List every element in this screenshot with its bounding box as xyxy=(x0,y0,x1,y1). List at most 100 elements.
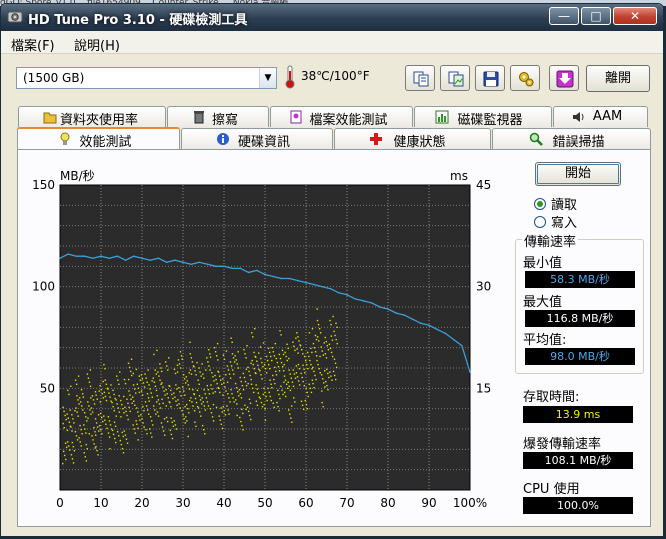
access-time-point xyxy=(113,421,116,423)
access-time-point xyxy=(257,364,259,367)
access-time-point xyxy=(140,390,143,392)
access-time-point xyxy=(248,370,250,373)
tab-drive-info[interactable]: 硬碟資訊 xyxy=(181,128,333,150)
access-time-point xyxy=(261,405,264,408)
access-time-point xyxy=(177,359,180,361)
access-time-point xyxy=(174,372,177,375)
tab-file-benchmark[interactable]: 檔案效能測試 xyxy=(270,106,413,128)
x-tick-label: 90 xyxy=(421,496,436,510)
access-time-point xyxy=(122,452,125,454)
access-time-point xyxy=(297,352,299,354)
access-time-point xyxy=(153,381,156,383)
cpu-usage-value: 100.0% xyxy=(523,497,633,514)
access-time-point xyxy=(128,406,130,409)
title-bar[interactable]: HD Tune Pro 3.10 - 硬碟檢測工具 — □ ✕ xyxy=(1,4,663,31)
maximize-button[interactable]: □ xyxy=(581,7,611,25)
access-time-point xyxy=(197,407,200,409)
access-time-point xyxy=(193,410,196,412)
access-time-point xyxy=(233,401,235,403)
access-time-point xyxy=(317,323,320,326)
access-time-point xyxy=(201,363,203,365)
access-time-point xyxy=(182,374,185,376)
access-time-point xyxy=(284,379,287,381)
tab-health[interactable]: 健康狀態 xyxy=(334,128,491,150)
access-time-point xyxy=(114,425,117,428)
tab-label: 健康狀態 xyxy=(393,135,446,150)
access-time-point xyxy=(188,388,191,390)
access-time-point xyxy=(228,373,231,375)
access-time-point xyxy=(138,415,140,417)
access-time-point xyxy=(88,381,91,383)
access-time-point xyxy=(155,389,158,392)
access-time-point xyxy=(263,403,265,406)
access-time-point xyxy=(275,370,277,373)
access-time-point xyxy=(116,403,118,405)
avg-value: 98.0 MB/秒 xyxy=(525,348,635,365)
radio-write[interactable]: 寫入 xyxy=(534,212,577,231)
access-time-point xyxy=(118,411,121,413)
access-time-point xyxy=(83,412,86,414)
access-time-point xyxy=(131,402,133,404)
tab-label: 硬碟資訊 xyxy=(237,135,290,150)
access-time-point xyxy=(315,355,318,357)
access-time-point xyxy=(270,383,272,385)
save-button[interactable] xyxy=(475,65,505,91)
radio-read-indicator[interactable] xyxy=(534,198,546,210)
access-time-point xyxy=(273,378,275,381)
access-time-point xyxy=(94,431,96,433)
chevron-down-icon[interactable]: ▼ xyxy=(259,68,276,88)
access-time-point xyxy=(271,346,274,349)
access-time-point xyxy=(126,398,128,400)
access-time-point xyxy=(318,340,320,342)
access-time-point xyxy=(271,359,273,362)
copy-screenshot-button[interactable] xyxy=(440,65,470,91)
radio-read[interactable]: 讀取 xyxy=(534,194,577,213)
access-time-point xyxy=(163,390,165,392)
access-time-point xyxy=(93,443,95,445)
tab-erase[interactable]: 擦寫 xyxy=(167,106,269,128)
tab-disk-monitor[interactable]: 磁碟監視器 xyxy=(414,106,552,128)
access-time-point xyxy=(232,397,234,399)
tab-label: 檔案效能測試 xyxy=(309,113,388,128)
access-time-point xyxy=(203,389,205,391)
tab-aam[interactable]: AAM xyxy=(553,106,648,127)
transfer-rate-point xyxy=(379,306,381,308)
menu-help[interactable]: 說明(H) xyxy=(74,35,120,54)
download-button[interactable] xyxy=(549,65,579,91)
access-time-point xyxy=(195,401,198,404)
options-button[interactable] xyxy=(510,65,540,91)
tab-error-scan[interactable]: 錯誤掃描 xyxy=(492,128,651,150)
access-time-point xyxy=(322,405,324,408)
start-button[interactable]: 開始 xyxy=(535,162,621,186)
close-button[interactable]: ✕ xyxy=(613,7,657,25)
access-time-point xyxy=(233,373,235,375)
access-time-point xyxy=(288,385,291,388)
access-time-point xyxy=(165,416,168,419)
minimize-button[interactable]: — xyxy=(549,7,579,25)
access-time-point xyxy=(95,445,97,448)
access-time-point xyxy=(330,351,333,354)
access-time-point xyxy=(295,365,298,367)
copy-text-button[interactable] xyxy=(405,65,435,91)
access-time-point xyxy=(124,382,127,385)
tab-benchmark[interactable]: 效能測試 xyxy=(17,127,180,150)
tab-folder-usage[interactable]: 資料夾使用率 xyxy=(18,106,166,128)
radio-write-indicator[interactable] xyxy=(534,216,546,228)
menu-file[interactable]: 檔案(F) xyxy=(11,35,55,54)
floppy-disk-icon xyxy=(483,71,499,87)
access-time-point xyxy=(198,395,201,397)
access-time-point xyxy=(294,401,296,403)
access-time-point xyxy=(103,363,105,366)
access-time-point xyxy=(85,432,87,434)
access-time-point xyxy=(249,374,251,377)
access-time-point xyxy=(220,407,222,409)
transfer-rate-point xyxy=(297,279,299,282)
exit-button[interactable]: 離開 xyxy=(586,65,650,92)
access-time-point xyxy=(174,424,177,426)
access-time-point xyxy=(319,355,321,358)
access-time-point xyxy=(308,383,310,385)
access-time-point xyxy=(112,433,115,436)
drive-select[interactable]: (1500 GB) ▼ xyxy=(16,67,277,89)
transfer-rate-point xyxy=(436,328,439,331)
access-time-point xyxy=(156,349,158,352)
